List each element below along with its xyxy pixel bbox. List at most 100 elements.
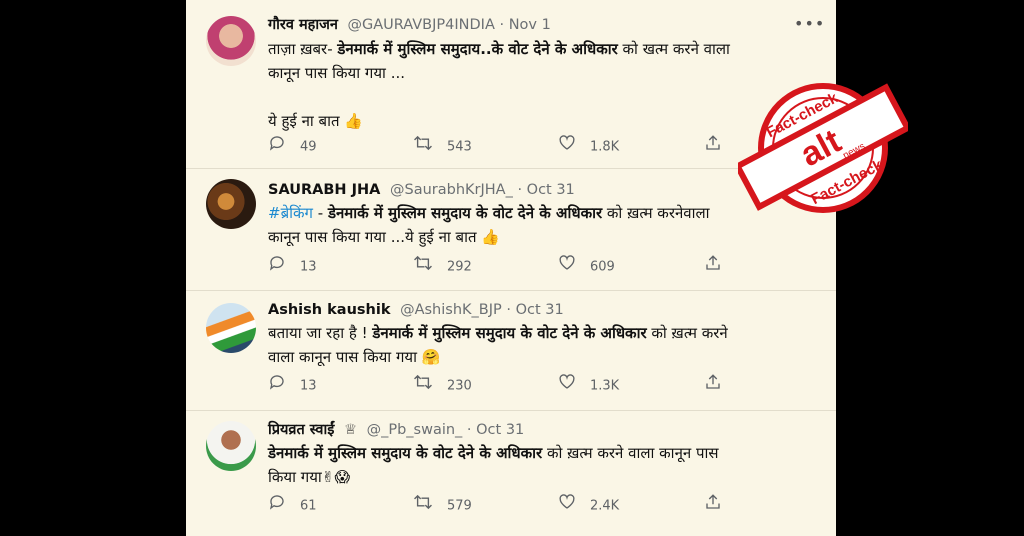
- dot-separator: ·: [499, 17, 505, 33]
- tweet-text-segment: ये हुई ना बात: [268, 112, 345, 130]
- retweet-button[interactable]: 230: [413, 373, 472, 395]
- tweet-line: #ब्रेकिंग - डेनमार्क में मुस्लिम समुदाय …: [268, 201, 808, 225]
- tweet-text-segment: को खत्म करने वाला: [617, 40, 730, 58]
- tweet-text-segment: डेनमार्क में मुस्लिम समुदाय के वोट देने …: [327, 204, 603, 222]
- like-button[interactable]: 2.4K: [558, 493, 619, 515]
- share-button[interactable]: [704, 493, 736, 515]
- avatar[interactable]: [206, 421, 256, 471]
- display-name[interactable]: प्रियव्रत स्वाईं: [268, 422, 334, 438]
- tweet-text-segment: डेनमार्क में मुस्लिम समुदाय के वोट देने …: [372, 324, 647, 342]
- action-bar: 49 543 1.8K: [268, 134, 748, 156]
- tweet-text-segment: डेनमार्क में मुस्लिम समुदाय के वोट देने …: [268, 444, 543, 462]
- tweet-text-segment: वाला कानून पास किया गया: [268, 348, 422, 366]
- tweet-header: Ashish kaushik @AshishK_BJP · Oct 31: [268, 299, 564, 321]
- avatar[interactable]: [206, 303, 256, 353]
- heart-icon: [558, 134, 576, 160]
- tweet-text-segment: डेनमार्क में मुस्लिम समुदाय..के वोट देने…: [337, 40, 618, 58]
- hashtag-link[interactable]: #ब्रेकिंग: [268, 204, 313, 222]
- avatar[interactable]: [206, 16, 256, 66]
- retweet-count: 230: [447, 378, 472, 394]
- tweet-text-segment: को ख़त्म करनेवाला: [602, 204, 710, 222]
- like-count: 2.4K: [590, 498, 620, 514]
- more-dots-icon[interactable]: •••: [794, 14, 825, 33]
- reply-icon: [268, 373, 286, 399]
- retweet-count: 292: [447, 259, 472, 275]
- tweet-text-segment: 👍: [344, 112, 364, 130]
- tweet-header: गौरव महाजन @GAURAVBJP4INDIA · Nov 1: [268, 14, 551, 36]
- tweet-text: ताज़ा ख़बर- डेनमार्क में मुस्लिम समुदाय.…: [268, 37, 808, 133]
- handle[interactable]: @GAURAVBJP4INDIA: [348, 17, 495, 33]
- tweet-text-segment: को ख़त्म करने वाला कानून पास: [542, 444, 719, 462]
- share-button[interactable]: [704, 373, 736, 395]
- tweet-line: ये हुई ना बात 👍: [268, 109, 808, 133]
- tweet-text-segment: 🤗: [421, 348, 441, 366]
- tweet-line: कानून पास किया गया ...ये हुई ना बात 👍: [268, 225, 808, 249]
- tweet-4[interactable]: प्रियव्रत स्वाईं ♕ @_Pb_swain_ · Oct 31 …: [186, 411, 836, 536]
- retweet-count: 579: [447, 498, 472, 514]
- display-name[interactable]: Ashish kaushik: [268, 302, 390, 318]
- handle[interactable]: @SaurabhKrJHA_: [390, 182, 513, 198]
- retweet-button[interactable]: 292: [413, 254, 472, 276]
- tweet-date[interactable]: Oct 31: [476, 422, 524, 438]
- tweet-text-segment: कानून पास किया गया ...: [268, 64, 405, 82]
- share-icon: [704, 373, 722, 399]
- replie-count: 13: [300, 259, 317, 275]
- tweet-text-segment: को ख़त्म करने: [646, 324, 728, 342]
- tweet-header: SAURABH JHA @SaurabhKrJHA_ · Oct 31: [268, 179, 575, 201]
- like-button[interactable]: 1.3K: [558, 373, 619, 395]
- reply-icon: [268, 254, 286, 280]
- like-button[interactable]: 1.8K: [558, 134, 619, 156]
- reply-icon: [268, 493, 286, 519]
- display-name[interactable]: SAURABH JHA: [268, 182, 380, 198]
- like-count: 1.3K: [590, 378, 620, 394]
- tweet-line: [268, 85, 808, 109]
- tweet-header: प्रियव्रत स्वाईं ♕ @_Pb_swain_ · Oct 31: [268, 419, 524, 441]
- action-bar: 13 230 1.3K: [268, 373, 748, 395]
- heart-icon: [558, 254, 576, 280]
- tweet-line: बताया जा रहा है ! डेनमार्क में मुस्लिम स…: [268, 321, 808, 345]
- share-button[interactable]: [704, 254, 736, 276]
- handle[interactable]: @_Pb_swain_: [367, 422, 463, 438]
- tweet-text: #ब्रेकिंग - डेनमार्क में मुस्लिम समुदाय …: [268, 201, 808, 249]
- retweet-icon: [413, 134, 433, 160]
- fact-check-stamp: Fact-check Fact-check alt news: [738, 83, 908, 213]
- handle[interactable]: @AshishK_BJP: [400, 302, 502, 318]
- dot-separator: ·: [466, 422, 472, 438]
- retweet-count: 543: [447, 139, 472, 155]
- reply-button[interactable]: 49: [268, 134, 317, 156]
- tweet-date[interactable]: Oct 31: [527, 182, 575, 198]
- tweet-text: बताया जा रहा है ! डेनमार्क में मुस्लिम स…: [268, 321, 808, 369]
- display-name[interactable]: गौरव महाजन: [268, 17, 338, 33]
- tweet-text-segment: ताज़ा ख़बर-: [268, 40, 338, 58]
- dot-separator: ·: [506, 302, 511, 318]
- retweet-button[interactable]: 543: [413, 134, 472, 156]
- tweet-date[interactable]: Nov 1: [509, 17, 551, 33]
- reply-button[interactable]: 61: [268, 493, 317, 515]
- share-button[interactable]: [704, 134, 736, 156]
- retweet-button[interactable]: 579: [413, 493, 472, 515]
- retweet-icon: [413, 254, 433, 280]
- tweet-3[interactable]: Ashish kaushik @AshishK_BJP · Oct 31 बता…: [186, 291, 836, 410]
- share-icon: [704, 254, 722, 280]
- dot-separator: ·: [517, 182, 523, 198]
- tweet-line: किया गया✌😱: [268, 465, 808, 489]
- reply-button[interactable]: 13: [268, 254, 317, 276]
- tweet-line: कानून पास किया गया ...: [268, 61, 808, 85]
- replie-count: 49: [300, 139, 317, 155]
- reply-button[interactable]: 13: [268, 373, 317, 395]
- replie-count: 61: [300, 498, 317, 514]
- tweet-line: वाला कानून पास किया गया 🤗: [268, 345, 808, 369]
- like-button[interactable]: 609: [558, 254, 615, 276]
- tweet-line: ताज़ा ख़बर- डेनमार्क में मुस्लिम समुदाय.…: [268, 37, 808, 61]
- tweet-date[interactable]: Oct 31: [516, 302, 564, 318]
- like-count: 1.8K: [590, 139, 620, 155]
- tweet-text-segment: बताया जा रहा है !: [268, 324, 373, 342]
- tweet-text-segment: कानून पास किया गया ...ये हुई ना बात: [268, 228, 482, 246]
- share-icon: [704, 134, 722, 160]
- heart-icon: [558, 493, 576, 519]
- replie-count: 13: [300, 378, 317, 394]
- share-icon: [704, 493, 722, 519]
- action-bar: 13 292 609: [268, 254, 748, 276]
- retweet-icon: [413, 373, 433, 399]
- avatar[interactable]: [206, 179, 256, 229]
